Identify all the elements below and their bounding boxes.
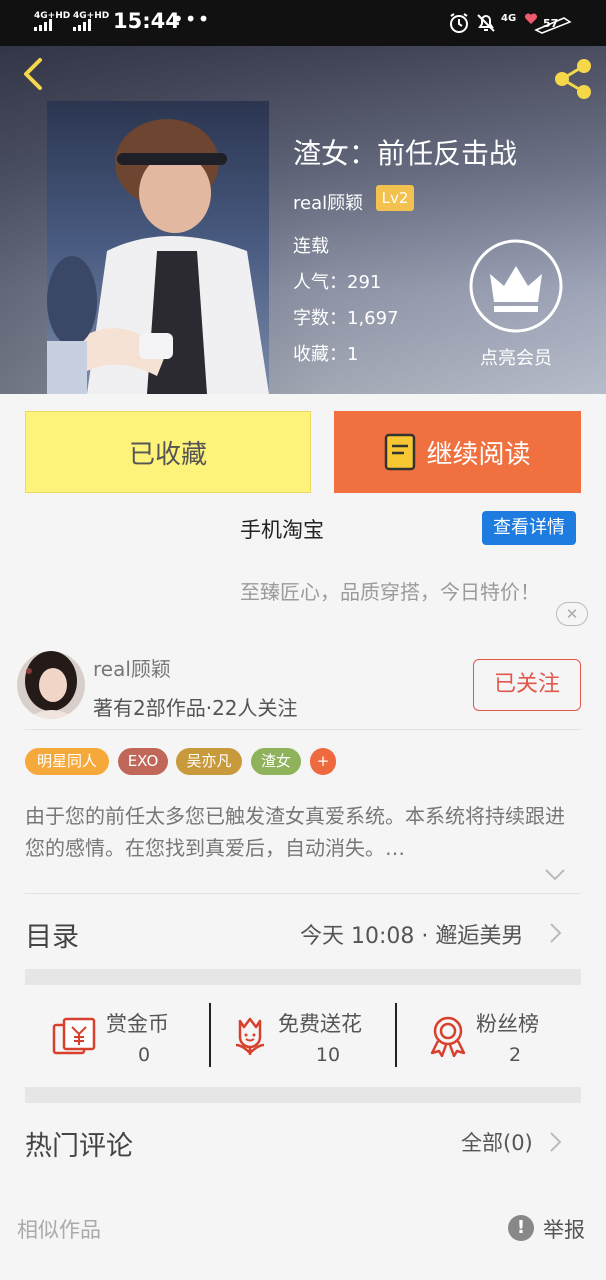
tag-chip[interactable]: EXO [118, 748, 168, 775]
ad-details-button[interactable]: 查看详情 [482, 511, 576, 545]
section-separator [25, 969, 581, 985]
toc-label[interactable]: 目录 [25, 915, 79, 954]
mute-icon [477, 14, 495, 32]
author-avatar[interactable] [17, 651, 85, 719]
network-type: 4G [501, 13, 517, 24]
continue-reading-label: 继续阅读 [426, 439, 531, 470]
more-notifications: ••• [172, 7, 211, 31]
chevron-right-icon[interactable] [549, 1131, 563, 1153]
book-icon [385, 433, 416, 471]
book-word-count: 字数：1,697 [293, 308, 399, 329]
stat-label: 粉丝榜 [476, 1012, 539, 1036]
stat-label: 免费送花 [278, 1012, 362, 1036]
tag-chip[interactable]: 明星同人 [25, 748, 109, 775]
favorited-button-label: 已收藏 [128, 439, 207, 470]
ad-close-icon[interactable]: ✕ [556, 602, 588, 626]
author-stats: 著有2部作品·22人关注 [93, 696, 298, 720]
fan-medal-icon [430, 1016, 466, 1057]
book-favorites: 收藏：1 [293, 344, 359, 365]
signal-2-icon [73, 19, 95, 31]
section-separator [25, 1087, 581, 1103]
fans-stat[interactable]: 粉丝榜 2 [426, 1003, 586, 1069]
chevron-down-icon[interactable] [544, 868, 566, 882]
add-tag-button[interactable]: + [310, 748, 336, 775]
similar-works-thumbnails[interactable] [0, 1272, 606, 1280]
book-cover-image[interactable] [47, 101, 269, 394]
tag-chip[interactable]: 渣女 [251, 748, 301, 775]
flowers-stat[interactable]: 免费送花 10 [228, 1003, 388, 1069]
signal-1-icon [34, 19, 56, 31]
toc-latest-chapter[interactable]: 今天 10:08 · 邂逅美男 [300, 918, 523, 950]
tag-chip[interactable]: 吴亦凡 [176, 748, 242, 775]
divider [25, 729, 581, 730]
author-name[interactable]: real顾颖 [93, 653, 171, 682]
back-icon[interactable] [14, 54, 54, 94]
vip-label[interactable]: 点亮会员 [466, 344, 566, 370]
reward-coin-icon [52, 1017, 96, 1055]
alarm-icon [450, 13, 468, 33]
clock: 15:44 [113, 9, 180, 33]
stat-label: 赏金币 [106, 1012, 169, 1036]
book-header: 渣女：前任反击战 real顾颖 Lv2 连载 人气：291 字数：1,697 收… [0, 46, 606, 394]
chevron-right-icon[interactable] [549, 922, 563, 944]
stat-value: 0 [137, 1044, 151, 1066]
ad-description[interactable]: 至臻匠心，品质穿搭，今日特价！ [240, 576, 540, 605]
continue-reading-button[interactable]: 继续阅读 [334, 411, 581, 493]
report-icon[interactable]: ! [508, 1215, 534, 1241]
coins-stat[interactable]: 赏金币 0 [50, 1003, 200, 1069]
stat-value: 10 [315, 1044, 341, 1066]
book-author[interactable]: real顾颖 [293, 189, 363, 215]
share-icon[interactable] [548, 54, 598, 104]
stat-value: 2 [508, 1044, 522, 1066]
hot-comments-label[interactable]: 热门评论 [25, 1124, 133, 1163]
flower-icon [235, 1017, 265, 1055]
book-description[interactable]: 由于您的前任太多您已触发渣女真爱系统。本系统将持续跟进您的感情。在您找到真爱后，… [25, 800, 575, 864]
divider [209, 1003, 211, 1067]
follow-button[interactable]: 已关注 [473, 659, 581, 711]
similar-works-label: 相似作品 [17, 1218, 101, 1242]
status-bar: 4G+HD 4G+HD 15:44 ••• 4G 57 [0, 0, 606, 46]
ad-title[interactable]: 手机淘宝 [240, 514, 324, 544]
book-title: 渣女：前任反击战 [293, 137, 518, 170]
divider [395, 1003, 397, 1067]
battery-level: 57 [543, 17, 559, 30]
book-detail-screen: 4G+HD 4G+HD 15:44 ••• 4G 57 渣女：前任反击战 rea… [0, 0, 606, 1280]
vip-crown-icon[interactable] [468, 238, 564, 334]
all-comments-link[interactable]: 全部(0) [461, 1127, 533, 1157]
book-status: 连载 [293, 236, 329, 257]
report-button[interactable]: 举报 [543, 1214, 585, 1244]
book-popularity: 人气：291 [293, 272, 382, 293]
favorited-button[interactable]: 已收藏 [25, 411, 311, 493]
divider [25, 893, 581, 894]
author-level-badge: Lv2 [376, 185, 414, 211]
